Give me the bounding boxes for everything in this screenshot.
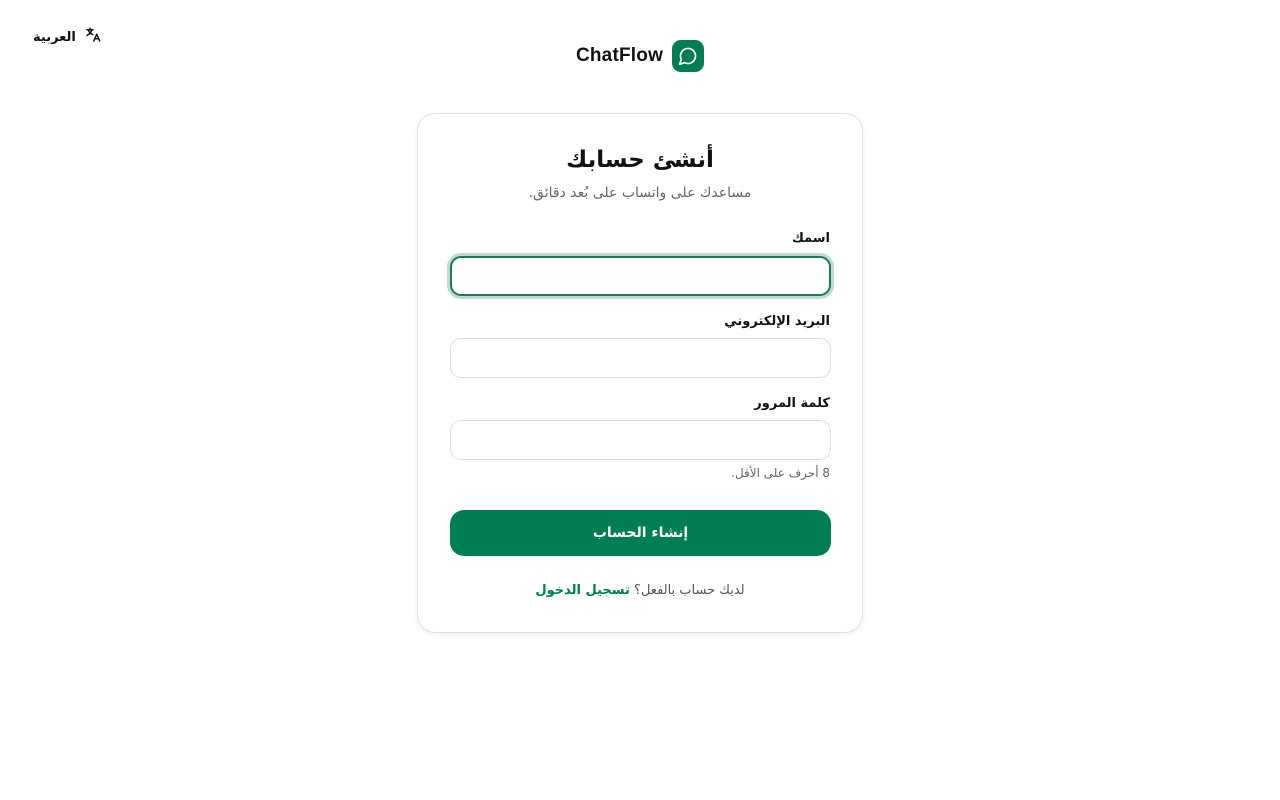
password-label: كلمة المرور	[754, 396, 830, 411]
password-hint: 8 أحرف على الأقل.	[731, 466, 830, 480]
page-title: أنشئ حسابك	[566, 147, 714, 173]
signup-page: العربية ChatFlow أنشئ حسابك مساعدك على و…	[0, 0, 1280, 800]
email-label: البريد الإلكتروني	[724, 314, 830, 329]
signup-card: أنشئ حسابك مساعدك على واتساب على بُعد دق…	[417, 113, 863, 633]
login-link[interactable]: تسجيل الدخول	[535, 583, 630, 598]
brand-logo	[672, 40, 705, 72]
login-prompt-line: لديك حساب بالفعل؟ تسجيل الدخول	[418, 583, 862, 598]
chat-bubble-icon	[678, 47, 697, 66]
name-label: اسمك	[791, 231, 830, 246]
create-account-button[interactable]: إنشاء الحساب	[450, 510, 831, 556]
login-prompt-text: لديك حساب بالفعل؟	[634, 583, 745, 598]
password-input[interactable]	[450, 420, 831, 460]
brand-name: ChatFlow	[575, 45, 664, 66]
email-input[interactable]	[450, 338, 831, 378]
brand-header: ChatFlow	[0, 40, 1280, 72]
name-input[interactable]	[450, 256, 831, 296]
page-subtitle: مساعدك على واتساب على بُعد دقائق.	[528, 185, 752, 201]
